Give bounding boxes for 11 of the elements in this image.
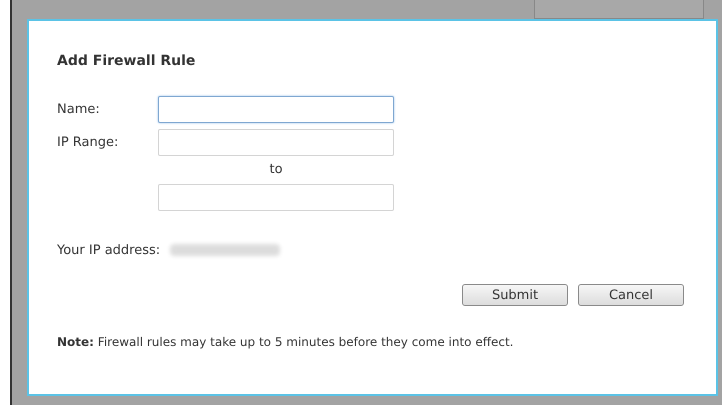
cancel-button[interactable]: Cancel — [578, 284, 684, 306]
ip-address-label: Your IP address: — [57, 242, 160, 260]
input-field[interactable] — [158, 96, 394, 123]
range-separator: to — [269, 161, 283, 179]
note-text: Note: Firewall rules may take up to 5 minutes before they come into effect. — [57, 334, 514, 351]
field-label: IP Range: — [57, 134, 118, 150]
input-field[interactable] — [158, 129, 394, 156]
submit-button[interactable]: Submit — [462, 284, 568, 306]
dialog-title: Add Firewall Rule — [57, 52, 196, 71]
input-field[interactable] — [158, 184, 394, 210]
field-label: Name: — [57, 102, 100, 117]
